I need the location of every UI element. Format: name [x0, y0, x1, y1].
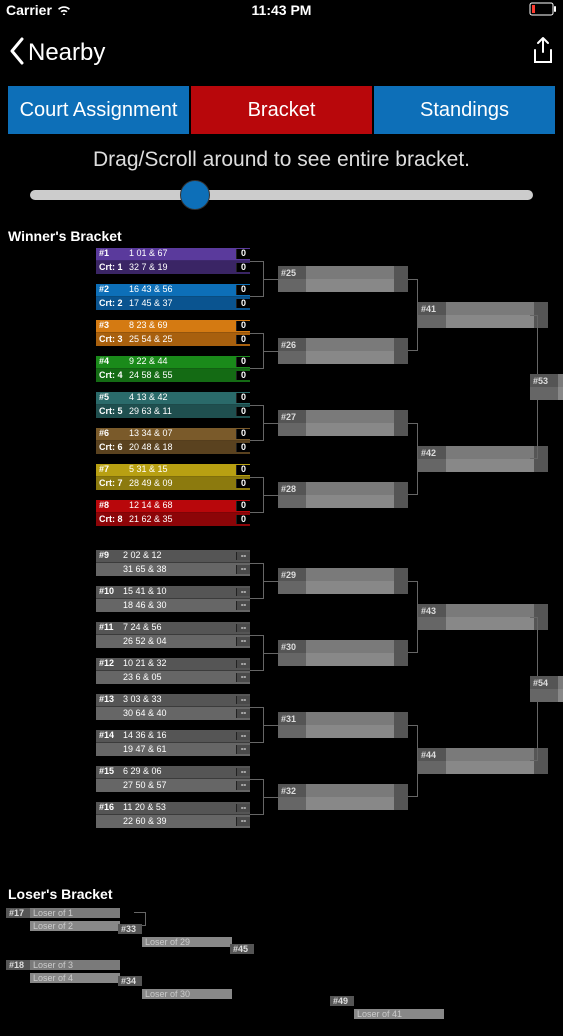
r1-match[interactable]: #216 43 & 560Crt: 217 45 & 370 — [96, 284, 250, 310]
chevron-left-icon — [8, 37, 26, 70]
r2-match[interactable]: #31 — [278, 712, 408, 738]
winner-bracket-header: Winner's Bracket — [0, 210, 563, 248]
r1-match[interactable]: #54 13 & 420Crt: 529 63 & 110 — [96, 392, 250, 418]
loser-bracket-header: Loser's Bracket — [0, 868, 563, 906]
r1-match[interactable]: #38 23 & 690Crt: 325 54 & 250 — [96, 320, 250, 346]
battery-low-icon — [529, 2, 557, 19]
loser-r2-match[interactable]: #34Loser of 30 — [118, 974, 246, 1000]
r1-match[interactable]: #117 24 & 56--26 52 & 04-- — [96, 622, 250, 648]
slider-thumb[interactable] — [180, 180, 210, 210]
slider-track — [30, 190, 533, 200]
r4-match[interactable]: #54 — [530, 676, 563, 702]
r2-match[interactable]: #25 — [278, 266, 408, 292]
wifi-icon — [56, 2, 72, 18]
r1-match[interactable]: #1015 41 & 10--18 46 & 30-- — [96, 586, 250, 612]
loser-r3-match[interactable]: #49Loser of 41 — [330, 994, 458, 1020]
loser-r1-match[interactable]: #18Loser of 3Loser of 4 — [6, 958, 134, 984]
r3-match[interactable]: #42 — [418, 446, 548, 472]
nav-back-label: Nearby — [28, 39, 105, 67]
zoom-slider[interactable] — [0, 180, 563, 210]
r2-match[interactable]: #26 — [278, 338, 408, 364]
r1-match[interactable]: #1210 21 & 32--23 6 & 05-- — [96, 658, 250, 684]
r3-match[interactable]: #43 — [418, 604, 548, 630]
loser-r1-match[interactable]: #17Loser of 1Loser of 2 — [6, 906, 134, 932]
r2-match[interactable]: #27 — [278, 410, 408, 436]
r1-match[interactable]: #75 31 & 150Crt: 728 49 & 090 — [96, 464, 250, 490]
tab-bracket[interactable]: Bracket — [191, 86, 372, 134]
r2-match[interactable]: #28 — [278, 482, 408, 508]
r2-match[interactable]: #32 — [278, 784, 408, 810]
r1-match[interactable]: #812 14 & 680Crt: 821 62 & 350 — [96, 500, 250, 526]
back-button[interactable]: Nearby — [8, 37, 105, 70]
r1-match[interactable]: #133 03 & 33--30 64 & 40-- — [96, 694, 250, 720]
nav-bar: Nearby — [0, 20, 563, 86]
tab-bar: Court Assignment Bracket Standings — [0, 86, 563, 134]
loser-bracket[interactable]: #17Loser of 1Loser of 2 #18Loser of 3Lose… — [0, 906, 563, 1036]
carrier-label: Carrier — [6, 2, 52, 18]
instructions-text: Drag/Scroll around to see entire bracket… — [0, 134, 563, 180]
r1-match[interactable]: #156 29 & 06--27 50 & 57-- — [96, 766, 250, 792]
r3-match[interactable]: #44 — [418, 748, 548, 774]
r1-match[interactable]: #49 22 & 440Crt: 424 58 & 550 — [96, 356, 250, 382]
clock: 11:43 PM — [190, 2, 374, 18]
status-bar: Carrier 11:43 PM — [0, 0, 563, 20]
tab-court-assignment[interactable]: Court Assignment — [8, 86, 189, 134]
r4-match[interactable]: #53 — [530, 374, 563, 400]
loser-r3-match[interactable]: #45 — [230, 942, 358, 968]
r2-match[interactable]: #30 — [278, 640, 408, 666]
share-button[interactable] — [531, 36, 555, 71]
r1-match[interactable]: #1611 20 & 53--22 60 & 39-- — [96, 802, 250, 828]
loser-r2-match[interactable]: #33Loser of 29 — [118, 922, 246, 948]
r1-match[interactable]: #11 01 & 670Crt: 132 7 & 190 — [96, 248, 250, 274]
r1-match[interactable]: #613 34 & 070Crt: 620 48 & 180 — [96, 428, 250, 454]
tab-standings[interactable]: Standings — [374, 86, 555, 134]
r3-match[interactable]: #41 — [418, 302, 548, 328]
r1-match[interactable]: #1414 36 & 16--19 47 & 61-- — [96, 730, 250, 756]
r1-match[interactable]: #92 02 & 12--31 65 & 38-- — [96, 550, 250, 576]
winner-bracket[interactable]: #11 01 & 670Crt: 132 7 & 190 #216 43 & 56… — [0, 248, 563, 868]
r2-match[interactable]: #29 — [278, 568, 408, 594]
